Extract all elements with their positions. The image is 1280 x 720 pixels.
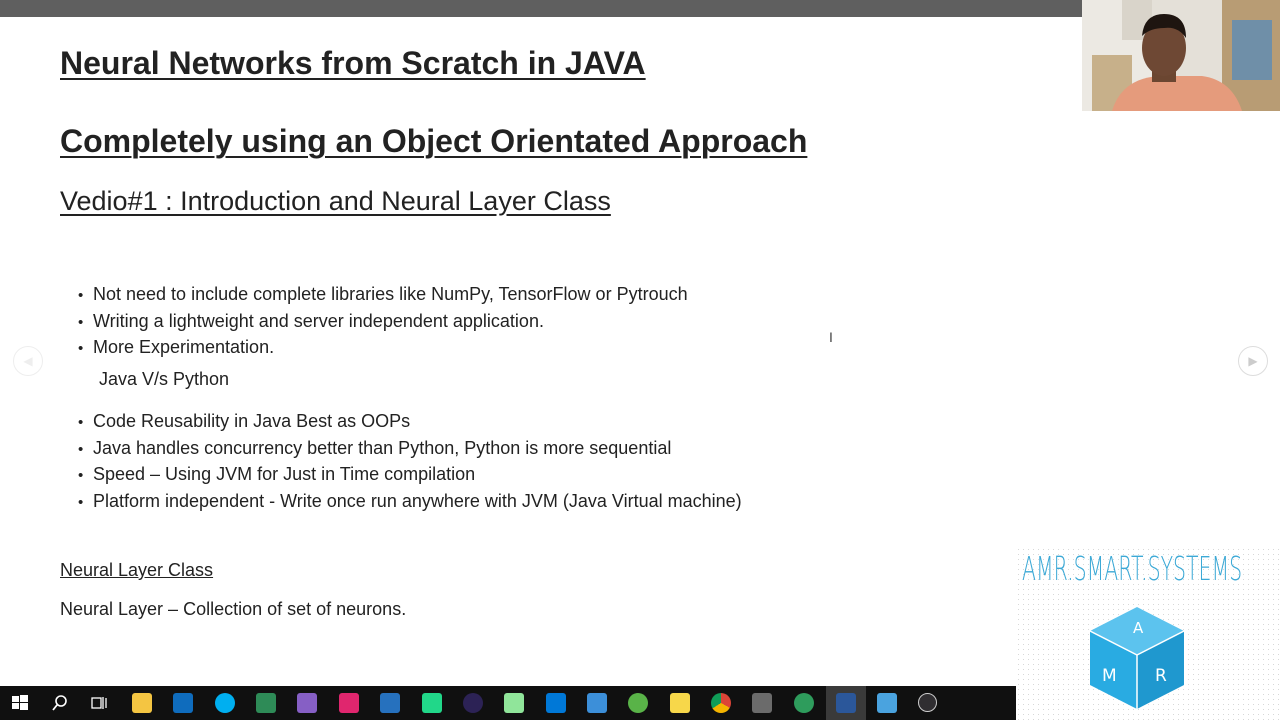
obs-icon[interactable]: [918, 693, 937, 712]
eclipse-icon[interactable]: [463, 693, 483, 713]
pycharm-icon[interactable]: [422, 693, 442, 713]
chrome-icon[interactable]: [711, 693, 731, 713]
notepad-plus-icon[interactable]: [504, 693, 524, 713]
task-view-icon[interactable]: [89, 693, 109, 713]
outlook-icon[interactable]: [173, 693, 193, 713]
section-text: Neural Layer – Collection of set of neur…: [60, 599, 407, 619]
bullet-list-reasons: • Not need to include complete libraries …: [78, 282, 688, 362]
globe-icon[interactable]: [794, 693, 814, 713]
chevron-left-icon: ◀: [23, 354, 33, 368]
intellij-icon[interactable]: [339, 693, 359, 713]
windows-start-icon[interactable]: [10, 693, 30, 713]
slide-title-line2: Completely using an Object Orientated Ap…: [60, 123, 808, 159]
list-item: • Java handles concurrency better than Py…: [78, 437, 672, 458]
list-item: • Not need to include complete libraries …: [78, 284, 688, 304]
presenter-video: [1082, 0, 1280, 111]
settings-icon[interactable]: [587, 693, 607, 713]
cube-logo-icon: A M R: [1089, 607, 1185, 709]
comparison-heading: Java V/s Python: [99, 369, 230, 389]
webcam-overlay: [1082, 0, 1280, 111]
next-slide-button[interactable]: ▶: [1238, 346, 1268, 376]
sticky-icon[interactable]: [670, 693, 690, 713]
bullet-list-comparison: • Code Reusability in Java Best as OOPs •…: [78, 409, 742, 515]
cube-letter-m: M: [1102, 666, 1117, 686]
cube-letter-r: R: [1155, 666, 1167, 686]
download-icon[interactable]: [628, 693, 648, 713]
slide-title-line1: Neural Networks from Scratch in JAVA: [60, 45, 646, 81]
word-icon[interactable]: [836, 693, 856, 713]
list-item: • Platform independent - Write once run a…: [78, 490, 742, 511]
text-cursor-icon: I: [829, 329, 833, 345]
previous-slide-button[interactable]: ◀: [13, 346, 43, 376]
cube-letter-a: A: [1133, 619, 1144, 637]
list-item: • Code Reusability in Java Best as OOPs: [78, 411, 411, 431]
app-icon[interactable]: [546, 693, 566, 713]
brand-logo: AMR.SMART.SYSTEMS A M R: [1016, 547, 1280, 720]
list-item: • Writing a lightweight and server indepe…: [78, 310, 544, 331]
list-item: • More Experimentation.: [78, 337, 275, 357]
slide-subtitle: Vedio#1 : Introduction and Neural Layer …: [60, 186, 611, 216]
chevron-right-icon: ▶: [1248, 354, 1258, 368]
app-icon[interactable]: [256, 693, 276, 713]
section-heading: Neural Layer Class: [60, 560, 214, 580]
powershell-icon[interactable]: [380, 693, 400, 713]
visual-studio-icon[interactable]: [297, 693, 317, 713]
list-item: • Speed – Using JVM for Just in Time comp…: [78, 464, 476, 484]
media-icon[interactable]: [752, 693, 772, 713]
search-icon[interactable]: [50, 693, 70, 713]
windows-taskbar: [0, 686, 1016, 720]
remote-desktop-icon[interactable]: [877, 693, 897, 713]
skype-icon[interactable]: [215, 693, 235, 713]
file-explorer-icon[interactable]: [132, 693, 152, 713]
